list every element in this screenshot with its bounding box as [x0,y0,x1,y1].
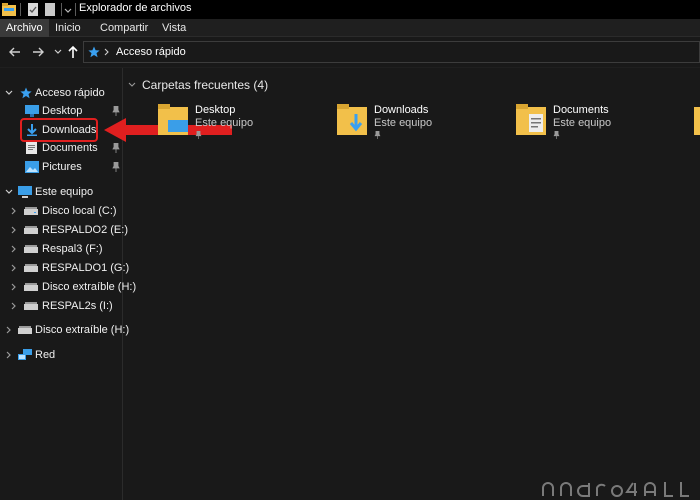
customize-toolbar-icon[interactable] [64,3,72,16]
sidebar-item-label: Acceso rápido [35,87,105,99]
drive-icon [24,264,38,272]
removable-drive-icon [24,283,38,291]
folder-icon[interactable] [694,104,700,138]
chevron-down-icon[interactable] [4,88,14,98]
title-separator [61,3,62,16]
drive-icon [24,245,38,253]
folder-name: Downloads [374,104,429,116]
title-separator [20,3,21,16]
chevron-right-icon[interactable] [9,282,19,292]
pictures-icon [25,161,39,173]
pin-icon[interactable] [553,131,560,139]
breadcrumb-chevron-icon[interactable] [104,48,110,56]
sidebar-item-label: Respal3 (F:) [42,243,103,255]
sidebar-item-label: RESPALDO2 (E:) [42,224,128,236]
sidebar-item-label: Red [35,349,56,361]
sidebar-item-removable-h[interactable]: Disco extraíble (H:) [0,321,129,339]
drive-icon [24,302,38,310]
chevron-down-icon[interactable] [128,81,136,89]
sidebar-item-drive-g[interactable]: RESPALDO1 (G:) [0,259,129,277]
forward-arrow-icon [33,47,44,57]
sidebar-item-drive-e[interactable]: RESPALDO2 (E:) [0,221,128,239]
back-arrow-icon [9,47,20,57]
sidebar-item-drive-c[interactable]: Disco local (C:) [0,202,123,220]
folder-tile-desktop[interactable]: Desktop Este equipo [158,104,318,144]
chevron-right-icon[interactable] [9,206,19,216]
navigation-bar: Acceso rápido [0,37,700,68]
chevron-down-icon[interactable] [4,187,14,197]
folder-name: Desktop [195,104,236,116]
ribbon-tabs: Archivo Inicio Compartir Vista [0,19,700,37]
pin-icon[interactable] [112,162,120,172]
downloads-folder-icon [337,104,367,135]
desktop-folder-icon [158,104,188,135]
quick-access-star-icon [88,46,100,58]
chevron-right-icon[interactable] [4,350,14,360]
tab-compartir[interactable]: Compartir [100,19,148,37]
sidebar-item-label: RESPAL2s (I:) [42,300,113,312]
tab-inicio[interactable]: Inicio [55,19,81,37]
star-icon [20,87,32,99]
folder-location: Este equipo [195,117,254,129]
folder-location: Este equipo [553,117,612,129]
network-icon [18,349,32,360]
sidebar-item-label: Disco extraíble (H:) [35,324,130,336]
pin-icon[interactable] [195,131,202,139]
chevron-right-icon[interactable] [9,244,19,254]
sidebar-item-drive-h[interactable]: Disco extraíble (H:) [0,278,136,296]
title-separator [75,3,76,16]
sidebar-item-drive-f[interactable]: Respal3 (F:) [0,240,123,258]
pin-icon[interactable] [374,131,381,139]
chevron-right-icon[interactable] [9,301,19,311]
watermark-logo [542,482,689,497]
sidebar-item-label: RESPALDO1 (G:) [42,262,130,274]
properties-icon[interactable] [28,3,38,16]
folder-tile-downloads[interactable]: Downloads Este equipo [337,104,497,144]
sidebar-item-label: Este equipo [35,186,94,198]
content-pane: Carpetas frecuentes (4) Desktop Este equ… [124,68,700,500]
up-arrow-icon [68,45,78,58]
address-path[interactable]: Acceso rápido [116,46,186,58]
sidebar-item-drive-i[interactable]: RESPAL2s (I:) [0,297,123,315]
section-title[interactable]: Carpetas frecuentes (4) [142,78,268,92]
highlight-box [20,118,98,142]
sidebar-item-label: Disco local (C:) [42,205,117,217]
tab-archivo[interactable]: Archivo [0,19,49,37]
chevron-right-icon[interactable] [9,225,19,235]
file-explorer-window: Explorador de archivos Archivo Inicio Co… [0,0,700,500]
chevron-right-icon[interactable] [9,263,19,273]
drive-icon [24,226,38,234]
tab-vista[interactable]: Vista [162,19,186,37]
sidebar-item-pictures[interactable]: Pictures [0,158,123,176]
sidebar-item-quick-access[interactable]: Acceso rápido [0,84,123,102]
computer-icon [18,186,32,198]
up-button[interactable] [66,45,80,59]
folder-location: Este equipo [374,117,433,129]
removable-drive-icon [18,326,32,334]
window-title: Explorador de archivos [79,2,192,14]
explorer-folder-icon[interactable] [2,3,16,16]
desktop-icon [25,105,39,117]
sidebar-item-label: Desktop [42,105,83,117]
address-bar[interactable]: Acceso rápido [83,41,700,63]
sidebar-item-network[interactable]: Red [0,346,123,364]
chevron-down-icon [54,49,62,54]
back-button[interactable] [8,45,22,59]
document-icon [26,142,37,154]
forward-button[interactable] [31,45,45,59]
title-bar: Explorador de archivos [0,0,700,19]
drive-icon [24,207,38,215]
sidebar-item-label: Disco extraíble (H:) [42,281,137,293]
chevron-right-icon[interactable] [4,325,14,335]
documents-folder-icon [516,104,546,135]
folder-tile-documents[interactable]: Documents Este equipo [516,104,676,144]
sidebar-item-label: Pictures [42,161,82,173]
folder-name: Documents [553,104,609,116]
sidebar-item-this-pc[interactable]: Este equipo [0,183,123,201]
sidebar-item-label: Documents [42,142,98,154]
recent-locations-button[interactable] [51,45,65,59]
new-folder-icon[interactable] [45,3,55,16]
